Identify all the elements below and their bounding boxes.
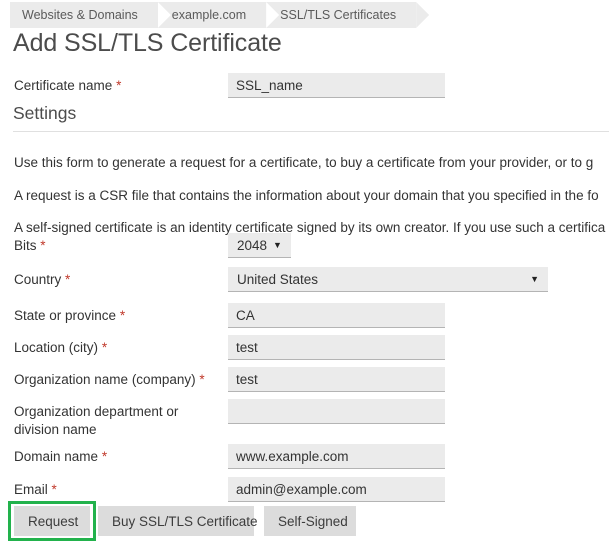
required-asterisk: * — [65, 272, 71, 287]
self-signed-button[interactable]: Self-Signed — [264, 506, 356, 536]
page-title: Add SSL/TLS Certificate — [13, 29, 282, 57]
state-label: State or province * — [14, 307, 125, 325]
required-asterisk: * — [101, 449, 108, 464]
form-row-domain: Domain name * — [0, 444, 609, 476]
required-asterisk: * — [101, 340, 108, 355]
chevron-down-icon: ▼ — [530, 273, 539, 284]
domain-label: Domain name * — [14, 448, 107, 466]
country-label: Country * — [14, 271, 70, 289]
form-row-state: State or province * — [0, 303, 609, 335]
country-selected-value: United States — [237, 271, 319, 287]
required-asterisk: * — [199, 372, 205, 387]
state-input[interactable] — [228, 303, 445, 328]
label-text: Bits — [14, 238, 37, 253]
label-text: Domain name — [14, 449, 99, 464]
label-text: State or province — [14, 308, 117, 323]
email-input[interactable] — [228, 477, 445, 502]
form-row-city: Location (city) * — [0, 335, 609, 367]
form-row-department: Organization department or division name — [0, 399, 609, 443]
label-text: Organization department or division name — [14, 404, 179, 437]
email-label: Email * — [14, 481, 57, 499]
organization-input[interactable] — [228, 367, 445, 392]
city-label: Location (city) * — [14, 339, 107, 357]
breadcrumb-item-websites-domains[interactable]: Websites & Domains — [10, 2, 158, 28]
settings-section-heading: Settings — [13, 103, 77, 123]
department-label: Organization department or division name — [14, 403, 214, 439]
description-paragraph-3: A self-signed certificate is an identity… — [14, 219, 606, 235]
label-text: Location (city) — [14, 340, 99, 355]
bits-selected-value: 2048 — [237, 237, 268, 253]
bits-select[interactable]: 2048 ▼ — [228, 233, 291, 258]
domain-input[interactable] — [228, 444, 445, 469]
label-text: Country — [14, 272, 62, 287]
required-asterisk: * — [51, 482, 57, 497]
form-row-certificate-name: Certificate name * — [0, 73, 609, 105]
certificate-name-input[interactable] — [228, 73, 445, 98]
chevron-down-icon: ▼ — [273, 239, 282, 250]
required-asterisk: * — [40, 238, 46, 253]
form-row-country: Country * United States ▼ — [0, 267, 609, 299]
breadcrumb-item-example-com[interactable]: example.com — [157, 2, 267, 28]
description-paragraph-1: Use this form to generate a request for … — [14, 154, 594, 170]
country-select[interactable]: United States ▼ — [228, 267, 548, 292]
request-button[interactable]: Request — [14, 506, 90, 536]
department-input[interactable] — [228, 399, 445, 424]
label-text: Organization name (company) — [14, 372, 196, 387]
breadcrumb: Websites & Domains example.com SSL/TLS C… — [10, 2, 417, 28]
city-input[interactable] — [228, 335, 445, 360]
buy-ssl-tls-certificate-button[interactable]: Buy SSL/TLS Certificate — [98, 506, 258, 536]
required-asterisk: * — [116, 78, 122, 93]
certificate-name-label: Certificate name * — [14, 77, 121, 95]
required-asterisk: * — [119, 308, 126, 323]
description-paragraph-2: A request is a CSR file that contains th… — [14, 187, 599, 203]
breadcrumb-item-ssl-tls-certificates[interactable]: SSL/TLS Certificates — [266, 2, 417, 28]
breadcrumb-label: example.com — [171, 8, 247, 22]
breadcrumb-label: Websites & Domains — [22, 8, 138, 22]
bits-label: Bits * — [14, 237, 46, 255]
form-row-email: Email * — [0, 477, 609, 509]
organization-label: Organization name (company) * — [14, 371, 205, 389]
section-divider — [13, 131, 609, 132]
form-row-bits: Bits * 2048 ▼ — [0, 233, 609, 265]
form-row-organization: Organization name (company) * — [0, 367, 609, 399]
label-text: Certificate name — [14, 78, 113, 93]
label-text: Email — [14, 482, 48, 497]
breadcrumb-label: SSL/TLS Certificates — [280, 8, 397, 22]
